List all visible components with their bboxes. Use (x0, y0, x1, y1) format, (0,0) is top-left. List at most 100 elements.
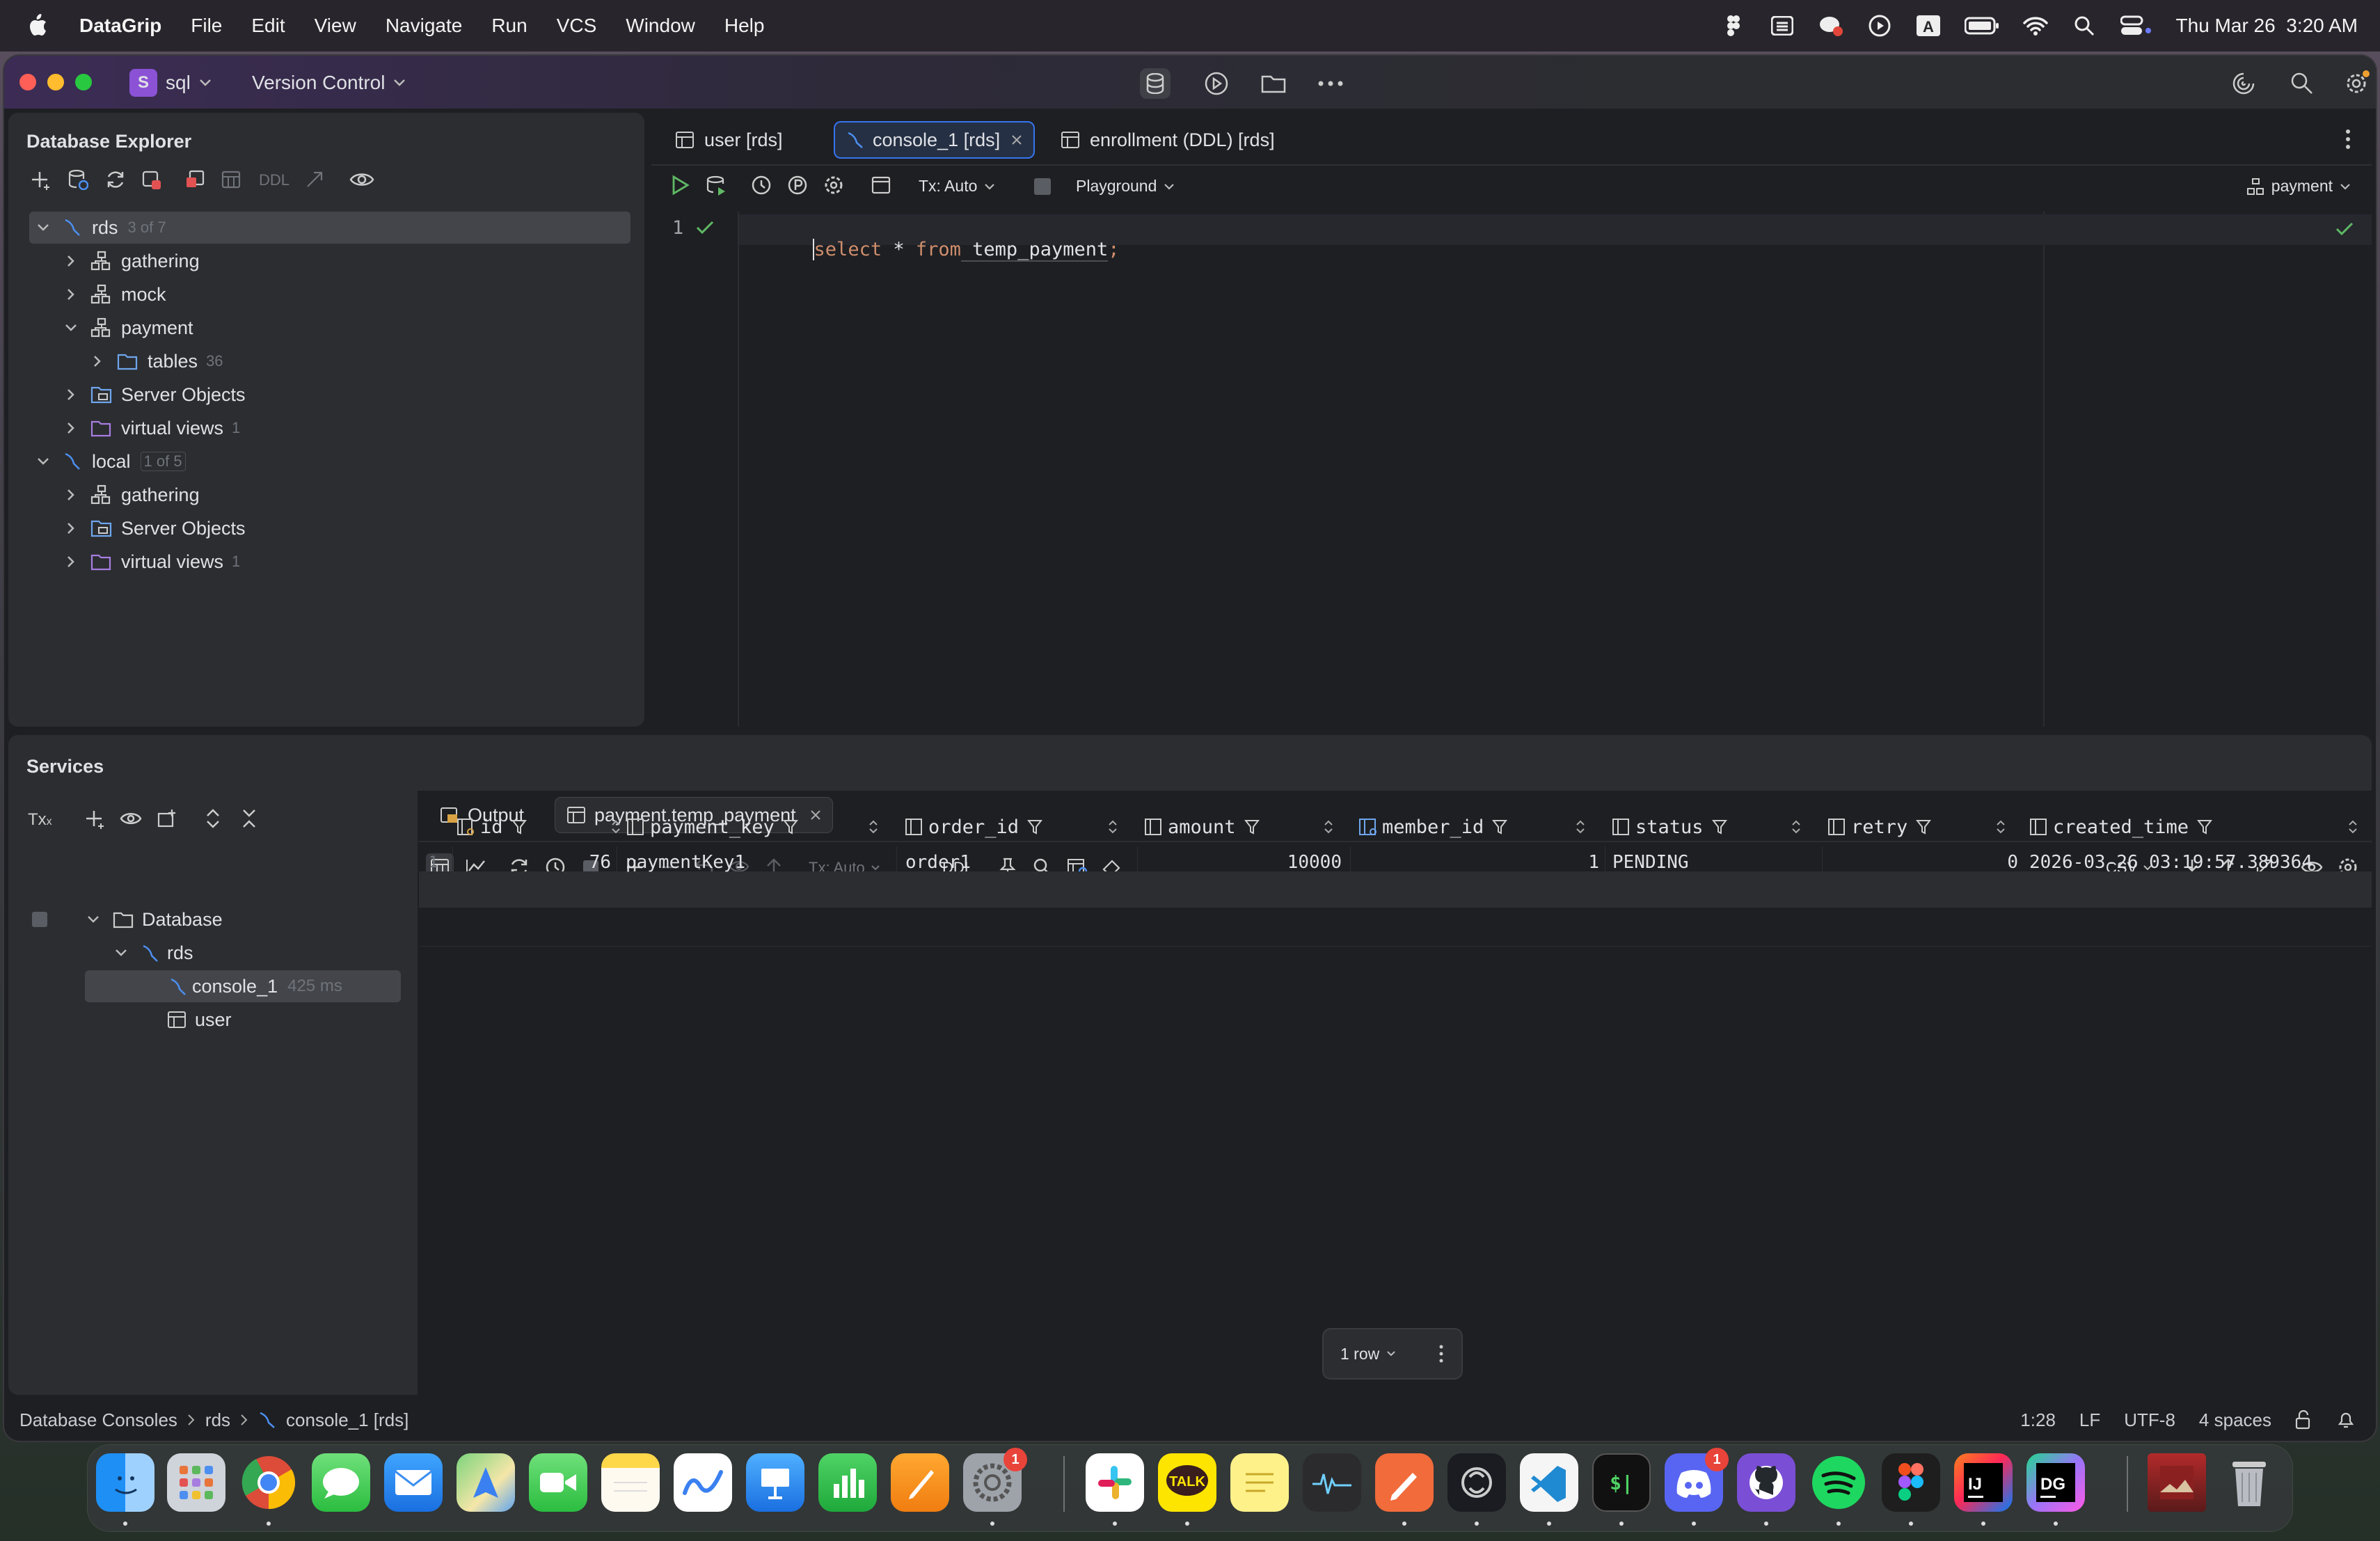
menu-edit[interactable]: Edit (251, 15, 285, 37)
numbers-icon[interactable] (818, 1453, 877, 1512)
filter-icon[interactable] (1711, 819, 1727, 835)
zoom-window-button[interactable] (75, 74, 92, 90)
tree-item-rds[interactable]: rds 3 of 7 (29, 212, 630, 244)
layout-icon[interactable] (867, 171, 895, 199)
service-tree-user[interactable]: user (8, 1004, 398, 1036)
spotify-icon[interactable] (1809, 1453, 1868, 1512)
sort-icon[interactable] (611, 819, 621, 835)
sort-icon[interactable] (2348, 819, 2358, 835)
spotlight-search-icon[interactable] (2072, 13, 2097, 38)
tree-item-payment[interactable]: payment (8, 312, 644, 344)
database-tool-icon[interactable] (1140, 68, 1171, 99)
cursor-position[interactable]: 1:28 (2020, 1409, 2056, 1431)
mail-icon[interactable] (384, 1453, 443, 1512)
service-tree-database[interactable]: Database (8, 903, 398, 935)
row-count-dropdown[interactable]: 1 row (1324, 1345, 1396, 1364)
column-header-created-time[interactable]: created_time (2029, 812, 2358, 842)
folder-icon[interactable] (1261, 72, 1286, 93)
menu-app-name[interactable]: DataGrip (79, 15, 161, 37)
github-desktop-icon[interactable] (1737, 1453, 1795, 1512)
filter-icon[interactable] (1244, 819, 1260, 835)
cell-retry[interactable]: 0 (1822, 846, 2022, 878)
activity-monitor-icon[interactable] (1303, 1453, 1361, 1512)
control-center-icon[interactable] (2120, 13, 2152, 38)
compare-icon[interactable] (301, 166, 328, 193)
notes-icon[interactable] (601, 1453, 660, 1512)
keynote-icon[interactable] (746, 1453, 804, 1512)
maps-icon[interactable] (457, 1453, 515, 1512)
ddl-button[interactable]: DDL (259, 171, 289, 189)
execute-icon[interactable] (667, 171, 695, 199)
discord-icon[interactable]: 1 (1665, 1448, 1729, 1512)
tree-item-tables[interactable]: tables 36 (8, 345, 644, 377)
cell-order-id[interactable]: order1 (896, 846, 1137, 878)
cell-amount[interactable]: 10000 (1137, 846, 1347, 878)
cell-status[interactable]: PENDING (1605, 846, 1822, 878)
sort-icon[interactable] (1324, 819, 1333, 835)
column-header-member-id[interactable]: member_id (1358, 812, 1585, 842)
column-header-status[interactable]: status (1612, 812, 1801, 842)
tree-item-local[interactable]: local 1 of 5 (8, 445, 644, 477)
breadcrumb-item[interactable]: Database Consoles (19, 1409, 177, 1431)
version-control-selector[interactable]: Version Control (252, 68, 406, 97)
photo-thumbnail-icon[interactable] (2148, 1453, 2206, 1512)
file-encoding[interactable]: UTF-8 (2124, 1409, 2175, 1431)
menu-window[interactable]: Window (626, 15, 695, 37)
apple-icon[interactable] (28, 14, 47, 38)
data-source-properties-icon[interactable] (64, 166, 92, 193)
cell-created-time[interactable]: 2026-03-26 03:19:57.389364 (2022, 846, 2370, 878)
indent-setting[interactable]: 4 spaces (2199, 1409, 2271, 1431)
vscode-icon[interactable] (1520, 1453, 1578, 1512)
filter-icon[interactable] (1916, 819, 1932, 835)
intellij-icon[interactable]: IJ (1954, 1453, 2013, 1512)
figma-status-icon[interactable] (1721, 13, 1746, 38)
launchpad-icon[interactable] (167, 1453, 225, 1512)
stop-icon[interactable] (1034, 178, 1051, 195)
sort-icon[interactable] (1108, 819, 1118, 835)
datagrip-icon[interactable]: DG (2026, 1453, 2085, 1512)
ai-assistant-icon[interactable] (2231, 71, 2256, 96)
tab-enrollment-ddl[interactable]: enrollment (DDL) [rds] (1049, 123, 1286, 157)
breadcrumb-item[interactable]: console_1 [rds] (286, 1409, 408, 1431)
close-window-button[interactable] (19, 74, 36, 90)
project-selector[interactable]: S sql (129, 68, 212, 97)
tree-item-gathering[interactable]: gathering (8, 245, 644, 277)
settings-gear-icon[interactable] (820, 171, 848, 199)
close-icon[interactable] (1011, 134, 1022, 145)
schema-dropdown[interactable]: payment (2246, 177, 2351, 196)
finder-icon[interactable] (96, 1453, 154, 1512)
service-tree-rds[interactable]: rds (8, 937, 398, 969)
menubar-clock[interactable]: Thu Mar 26 3:20 AM (2176, 15, 2358, 37)
new-window-icon[interactable] (153, 805, 181, 832)
terminal-icon[interactable]: $| (1592, 1453, 1651, 1512)
sort-icon[interactable] (868, 819, 878, 835)
cell-id[interactable]: 76 (452, 846, 611, 878)
system-settings-icon[interactable]: 1 (963, 1448, 1027, 1512)
messages-icon[interactable] (312, 1453, 370, 1512)
column-header-payment-key[interactable]: payment_key (626, 812, 878, 842)
column-header-amount[interactable]: amount (1144, 812, 1333, 842)
battery-icon[interactable] (1964, 13, 1999, 38)
sql-code-line[interactable]: select * from temp_payment; (745, 217, 1120, 282)
list-status-icon[interactable] (1770, 13, 1795, 38)
facetime-icon[interactable] (529, 1453, 587, 1512)
cell-payment-key[interactable]: paymentKey1 (617, 846, 896, 878)
freeform-icon[interactable] (674, 1453, 732, 1512)
play-status-icon[interactable] (1867, 13, 1892, 38)
explain-plan-icon[interactable] (703, 171, 731, 199)
sort-icon[interactable] (1791, 819, 1801, 835)
refresh-icon[interactable] (102, 166, 129, 193)
filter-icon[interactable] (511, 819, 527, 835)
add-icon[interactable] (81, 805, 109, 832)
collapse-all-icon[interactable] (235, 805, 263, 832)
cell-member-id[interactable]: 1 (1350, 846, 1605, 878)
figma-icon[interactable] (1882, 1453, 1940, 1512)
menu-help[interactable]: Help (724, 15, 765, 37)
lock-icon[interactable] (2295, 1410, 2313, 1430)
settings-gear-icon[interactable] (2344, 70, 2370, 96)
slack-icon[interactable] (1086, 1453, 1144, 1512)
stickies-icon[interactable] (1230, 1453, 1289, 1512)
service-tree-console[interactable]: console_1 425 ms (85, 970, 401, 1002)
tab-console[interactable]: console_1 [rds] (835, 123, 1034, 157)
menu-vcs[interactable]: VCS (557, 15, 597, 37)
